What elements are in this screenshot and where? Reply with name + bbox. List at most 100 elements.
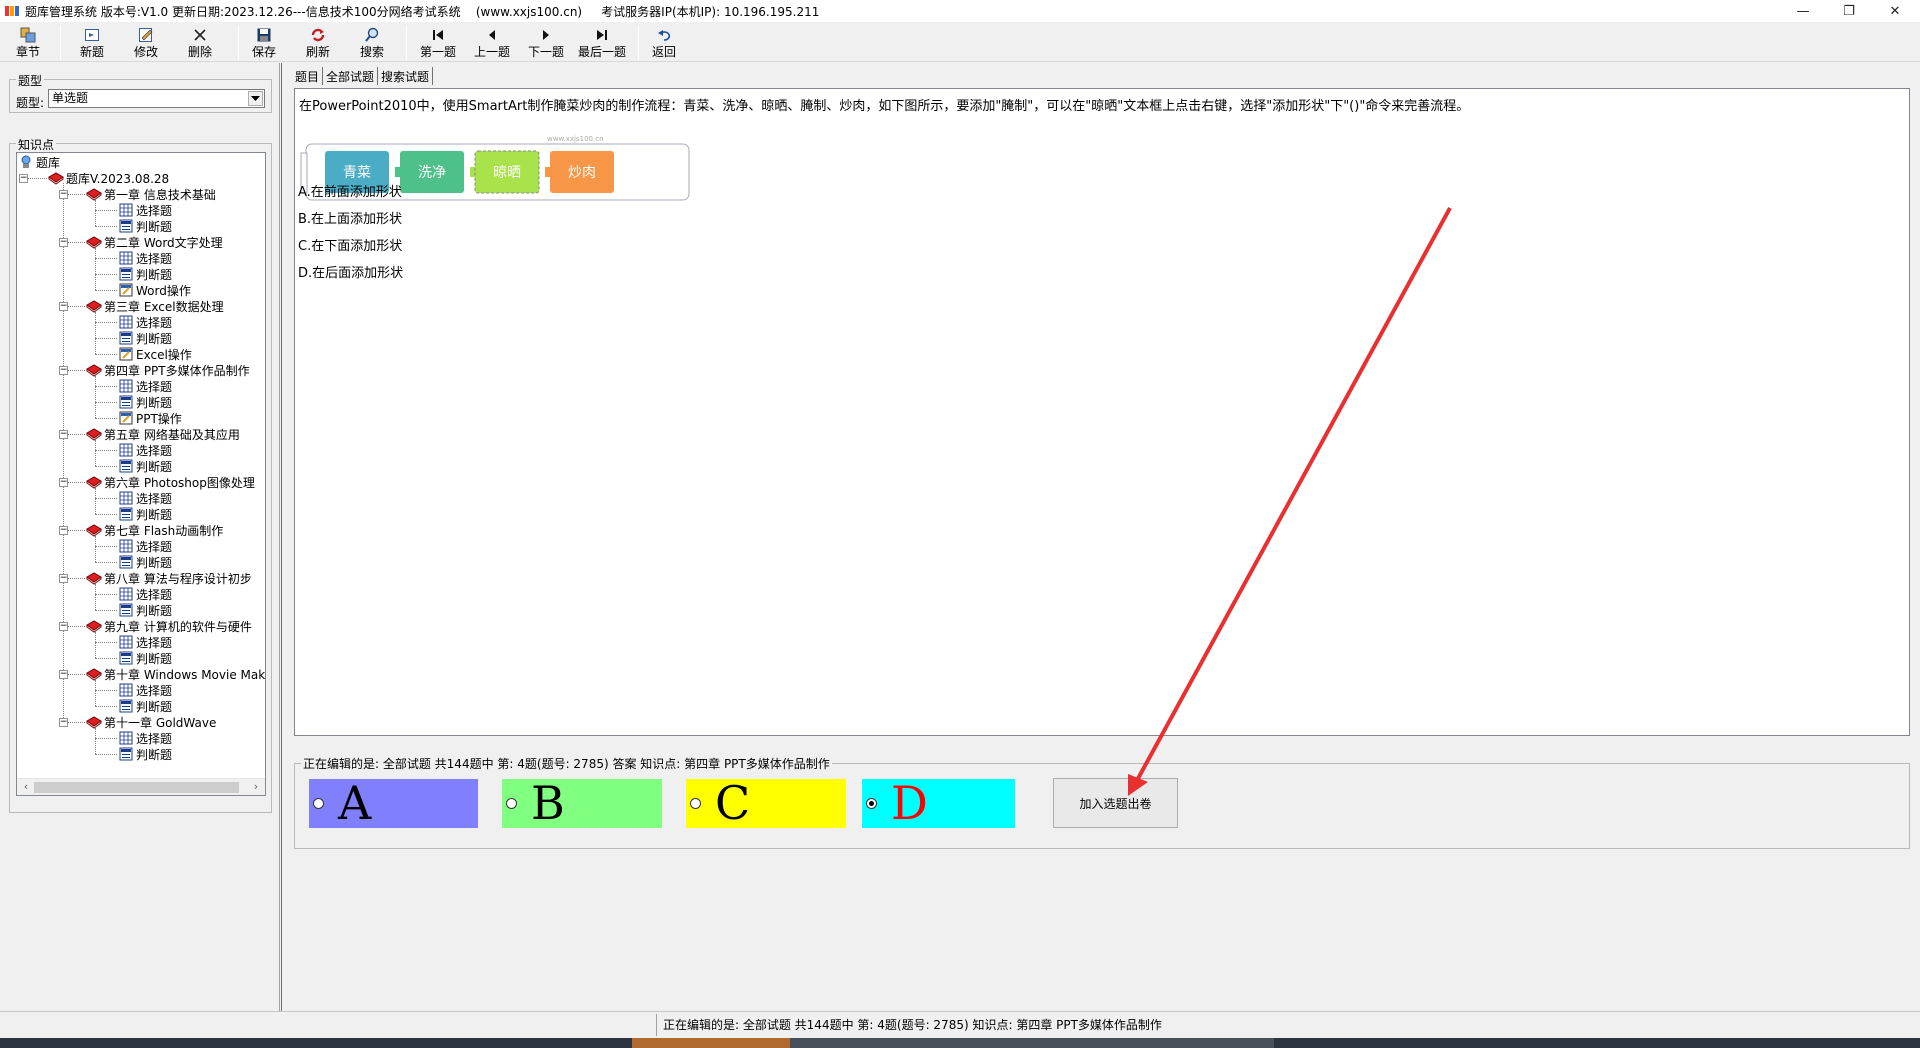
- tree-chapter-node[interactable]: 第二章 Word文字处理: [86, 234, 223, 250]
- answer-c-letter: C: [715, 776, 751, 830]
- search-button[interactable]: 搜索: [356, 24, 388, 60]
- collapse-icon[interactable]: −: [19, 174, 28, 183]
- tree-leaf-node[interactable]: 选择题: [118, 250, 172, 266]
- tree-leaf-node[interactable]: 判断题: [118, 554, 172, 570]
- tab-question[interactable]: 题目: [292, 67, 324, 85]
- tree-node-label: 判断题: [136, 603, 173, 618]
- collapse-icon[interactable]: −: [59, 190, 68, 199]
- collapse-icon[interactable]: −: [59, 526, 68, 535]
- panel-splitter[interactable]: [279, 63, 282, 1011]
- tree-node-label: 第四章 PPT多媒体作品制作: [104, 363, 250, 378]
- save-button[interactable]: 保存: [248, 24, 280, 60]
- tab-search-questions[interactable]: 搜索试题: [378, 67, 434, 85]
- answer-b-radio[interactable]: [506, 798, 517, 809]
- knowledge-tree[interactable]: 题库 题库V.2023.08.28− 第一章 信息技术基础 − 选择题 判断题 第二章 Wo…: [16, 152, 266, 796]
- tree-chapter-node[interactable]: 第一章 信息技术基础: [86, 186, 216, 202]
- collapse-icon[interactable]: −: [59, 430, 68, 439]
- scroll-right-icon[interactable]: ›: [248, 780, 264, 795]
- tree-chapter-node[interactable]: 第九章 计算机的软件与硬件: [86, 618, 252, 634]
- answer-a-radio[interactable]: [313, 798, 324, 809]
- tree-chapter-node[interactable]: 第四章 PPT多媒体作品制作: [86, 362, 250, 378]
- tree-leaf-node[interactable]: 判断题: [118, 746, 172, 762]
- tree-leaf-node[interactable]: 选择题: [118, 634, 172, 650]
- chapter-button[interactable]: 章节: [10, 24, 46, 60]
- back-button[interactable]: 返回: [648, 24, 680, 60]
- tree-connector: [95, 632, 96, 658]
- collapse-icon[interactable]: −: [59, 574, 68, 583]
- answer-a-option[interactable]: A: [309, 779, 478, 828]
- refresh-button[interactable]: 刷新: [302, 24, 334, 60]
- collapse-icon[interactable]: −: [59, 670, 68, 679]
- tree-leaf-node[interactable]: 判断题: [118, 698, 172, 714]
- tree-leaf-node[interactable]: 选择题: [118, 442, 172, 458]
- answer-d-radio[interactable]: [866, 798, 877, 809]
- next-question-button[interactable]: 下一题: [524, 24, 568, 60]
- question-type-select[interactable]: 单选题: [48, 89, 265, 108]
- tree-leaf-node[interactable]: 判断题: [118, 266, 172, 282]
- tree-leaf-node[interactable]: 判断题: [118, 394, 172, 410]
- tree-leaf-node[interactable]: 选择题: [118, 586, 172, 602]
- collapse-icon[interactable]: −: [59, 478, 68, 487]
- red-book-icon: [86, 187, 102, 201]
- tree-chapter-node[interactable]: 第七章 Flash动画制作: [86, 522, 223, 538]
- taskbar-app[interactable]: [790, 1038, 1274, 1048]
- collapse-icon[interactable]: −: [59, 718, 68, 727]
- tree-chapter-node[interactable]: 第三章 Excel数据处理: [86, 298, 224, 314]
- answer-d-option[interactable]: D: [862, 779, 1015, 828]
- answer-c-option[interactable]: C: [686, 779, 846, 828]
- tree-chapter-node[interactable]: 第六章 Photoshop图像处理: [86, 474, 255, 490]
- collapse-icon[interactable]: −: [59, 302, 68, 311]
- last-question-button[interactable]: 最后一题: [576, 24, 628, 60]
- tree-leaf-node[interactable]: 判断题: [118, 650, 172, 666]
- tree-leaf-node[interactable]: 判断题: [118, 602, 172, 618]
- tree-leaf-node[interactable]: Word操作: [118, 282, 191, 298]
- tree-leaf-node[interactable]: Excel操作: [118, 346, 192, 362]
- tree-chapter-node[interactable]: 第八章 算法与程序设计初步: [86, 570, 252, 586]
- tree-connector: [95, 546, 117, 547]
- tree-leaf-node[interactable]: 选择题: [118, 314, 172, 330]
- collapse-icon[interactable]: −: [59, 366, 68, 375]
- delete-button[interactable]: 删除: [184, 24, 216, 60]
- tree-root-node[interactable]: 题库: [18, 154, 60, 170]
- tree-node-label: 判断题: [136, 459, 173, 474]
- restore-button[interactable]: ❐: [1826, 0, 1872, 22]
- tree-leaf-node[interactable]: 判断题: [118, 506, 172, 522]
- tree-leaf-node[interactable]: 选择题: [118, 490, 172, 506]
- answer-c-radio[interactable]: [690, 798, 701, 809]
- tree-horizontal-scrollbar[interactable]: ‹ ›: [17, 778, 265, 795]
- add-to-exam-button[interactable]: 加入选题出卷: [1053, 778, 1178, 828]
- close-window-button[interactable]: ✕: [1872, 0, 1918, 22]
- minimize-button[interactable]: —: [1780, 0, 1826, 22]
- tab-all-questions[interactable]: 全部试题: [323, 67, 379, 85]
- first-question-button[interactable]: 第一题: [416, 24, 460, 60]
- new-question-button[interactable]: 新题: [76, 24, 108, 60]
- tree-leaf-node[interactable]: 选择题: [118, 730, 172, 746]
- question-content-pane[interactable]: 在PowerPoint2010中，使用SmartArt制作腌菜炒肉的制作流程：青…: [294, 88, 1910, 736]
- scroll-left-icon[interactable]: ‹: [18, 780, 34, 795]
- tree-bank-node[interactable]: 题库V.2023.08.28: [48, 170, 169, 186]
- tree-leaf-node[interactable]: PPT操作: [118, 410, 182, 426]
- tree-leaf-node[interactable]: 选择题: [118, 378, 172, 394]
- tree-chapter-node[interactable]: 第十一章 GoldWave: [86, 714, 216, 730]
- tree-leaf-node[interactable]: 选择题: [118, 682, 172, 698]
- tree-leaf-node[interactable]: 判断题: [118, 458, 172, 474]
- chevron-down-icon[interactable]: [248, 91, 263, 106]
- collapse-icon[interactable]: −: [59, 622, 68, 631]
- taskbar-app[interactable]: [632, 1038, 790, 1048]
- prev-question-button[interactable]: 上一题: [470, 24, 514, 60]
- multiple-choice-icon: [118, 683, 134, 697]
- scrollbar-thumb[interactable]: [34, 782, 239, 793]
- answer-b-option[interactable]: B: [502, 779, 662, 828]
- tree-chapter-node[interactable]: 第十章 Windows Movie Make: [86, 666, 265, 682]
- answer-a-letter: A: [338, 776, 372, 830]
- tree-leaf-node[interactable]: 选择题: [118, 202, 172, 218]
- tree-leaf-node[interactable]: 选择题: [118, 538, 172, 554]
- tree-node-label: 判断题: [136, 267, 173, 282]
- tree-leaf-node[interactable]: 判断题: [118, 218, 172, 234]
- tree-leaf-node[interactable]: 判断题: [118, 330, 172, 346]
- collapse-icon[interactable]: −: [59, 238, 68, 247]
- tree-connector: [95, 562, 117, 563]
- edit-question-button[interactable]: 修改: [130, 24, 162, 60]
- tree-chapter-node[interactable]: 第五章 网络基础及其应用: [86, 426, 240, 442]
- tree-connector: [95, 226, 117, 227]
